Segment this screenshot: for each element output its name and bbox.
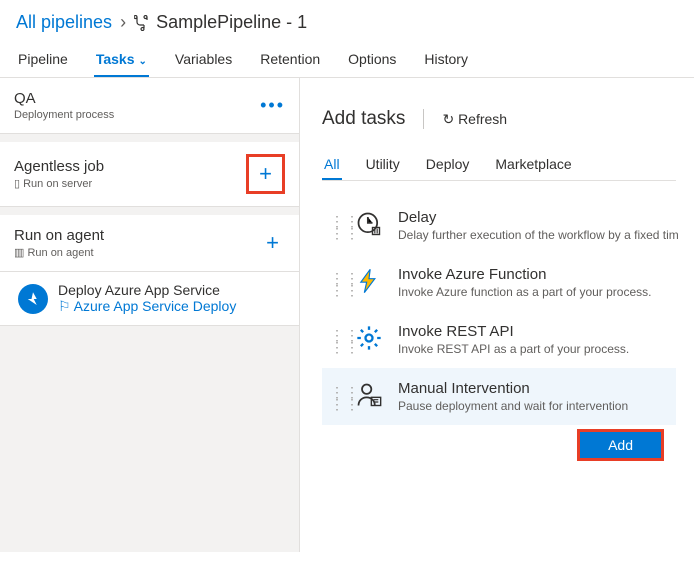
stage-more-icon[interactable]: ••• xyxy=(260,95,285,116)
bolt-icon xyxy=(354,266,384,296)
tab-history[interactable]: History xyxy=(422,41,470,77)
task-desc: Delay further execution of the workflow … xyxy=(398,228,679,242)
grip-icon[interactable]: ⋮⋮⋮⋮ xyxy=(330,380,340,410)
job-title: Run on agent xyxy=(14,227,104,244)
task-title: Invoke REST API xyxy=(398,323,629,340)
task-delay[interactable]: ⋮⋮⋮⋮ Delay Delay further execution of the… xyxy=(322,197,676,254)
deploy-task-row[interactable]: Deploy Azure App Service ⚐ Azure App Ser… xyxy=(0,272,299,326)
task-desc: Pause deployment and wait for interventi… xyxy=(398,399,628,413)
tab-options[interactable]: Options xyxy=(346,41,398,77)
job-sub: ▯ Run on server xyxy=(14,177,104,190)
grip-icon[interactable]: ⋮⋮⋮⋮ xyxy=(330,266,340,296)
task-title: Manual Intervention xyxy=(398,380,628,397)
add-button[interactable]: Add xyxy=(577,429,664,461)
task-tab-utility[interactable]: Utility xyxy=(364,150,402,180)
breadcrumb: All pipelines › SamplePipeline - 1 xyxy=(0,0,694,41)
agent-icon: ▥ xyxy=(14,247,27,259)
stage-name: QA xyxy=(14,90,114,107)
tab-tasks[interactable]: Tasks⌄ xyxy=(94,41,149,77)
deploy-sub: ⚐ Azure App Service Deploy xyxy=(58,298,236,315)
job-title: Agentless job xyxy=(14,158,104,175)
stage-sub: Deployment process xyxy=(14,109,114,121)
panel-title: Add tasks xyxy=(322,108,405,130)
task-category-tabs: All Utility Deploy Marketplace xyxy=(322,150,676,181)
task-desc: Invoke Azure function as a part of your … xyxy=(398,285,651,299)
agentless-job-row[interactable]: Agentless job ▯ Run on server + xyxy=(0,142,299,207)
agent-job-row[interactable]: Run on agent ▥ Run on agent + xyxy=(0,215,299,272)
grip-icon[interactable]: ⋮⋮⋮⋮ xyxy=(330,323,340,353)
breadcrumb-sep: › xyxy=(120,12,126,33)
task-list: ⋮⋮⋮⋮ Delay Delay further execution of the… xyxy=(322,197,676,461)
flag-icon: ⚐ xyxy=(58,298,74,314)
azure-icon xyxy=(18,284,48,314)
jobs-panel: QA Deployment process ••• Agentless job … xyxy=(0,78,300,552)
breadcrumb-current: SamplePipeline - 1 xyxy=(156,12,307,33)
pipeline-icon xyxy=(134,15,150,31)
task-tab-all[interactable]: All xyxy=(322,150,342,180)
tab-retention[interactable]: Retention xyxy=(258,41,322,77)
server-icon: ▯ xyxy=(14,178,23,190)
add-task-button[interactable]: + xyxy=(246,154,285,194)
stage-row[interactable]: QA Deployment process ••• xyxy=(0,78,299,134)
add-task-button[interactable]: + xyxy=(260,230,285,256)
refresh-icon: ↻ xyxy=(442,111,458,127)
clock-icon xyxy=(354,209,384,239)
task-manual-intervention[interactable]: ⋮⋮⋮⋮ Manual Intervention Pause deployment… xyxy=(322,368,676,425)
chevron-down-icon: ⌄ xyxy=(139,56,147,67)
task-title: Delay xyxy=(398,209,679,226)
task-invoke-azure-function[interactable]: ⋮⋮⋮⋮ Invoke Azure Function Invoke Azure f… xyxy=(322,254,676,311)
task-tab-marketplace[interactable]: Marketplace xyxy=(493,150,573,180)
tab-pipeline[interactable]: Pipeline xyxy=(16,41,70,77)
task-title: Invoke Azure Function xyxy=(398,266,651,283)
add-tasks-panel: Add tasks ↻ Refresh All Utility Deploy M… xyxy=(300,78,694,552)
deploy-title: Deploy Azure App Service xyxy=(58,282,236,298)
task-desc: Invoke REST API as a part of your proces… xyxy=(398,342,629,356)
person-icon xyxy=(354,380,384,410)
refresh-button[interactable]: ↻ Refresh xyxy=(442,111,507,128)
task-tab-deploy[interactable]: Deploy xyxy=(424,150,472,180)
divider xyxy=(423,109,424,129)
tab-variables[interactable]: Variables xyxy=(173,41,234,77)
nav-tabs: Pipeline Tasks⌄ Variables Retention Opti… xyxy=(0,41,694,78)
task-invoke-rest-api[interactable]: ⋮⋮⋮⋮ Invoke REST API Invoke REST API as a… xyxy=(322,311,676,368)
gear-icon xyxy=(354,323,384,353)
breadcrumb-root[interactable]: All pipelines xyxy=(16,12,112,33)
job-sub: ▥ Run on agent xyxy=(14,246,104,259)
grip-icon[interactable]: ⋮⋮⋮⋮ xyxy=(330,209,340,239)
